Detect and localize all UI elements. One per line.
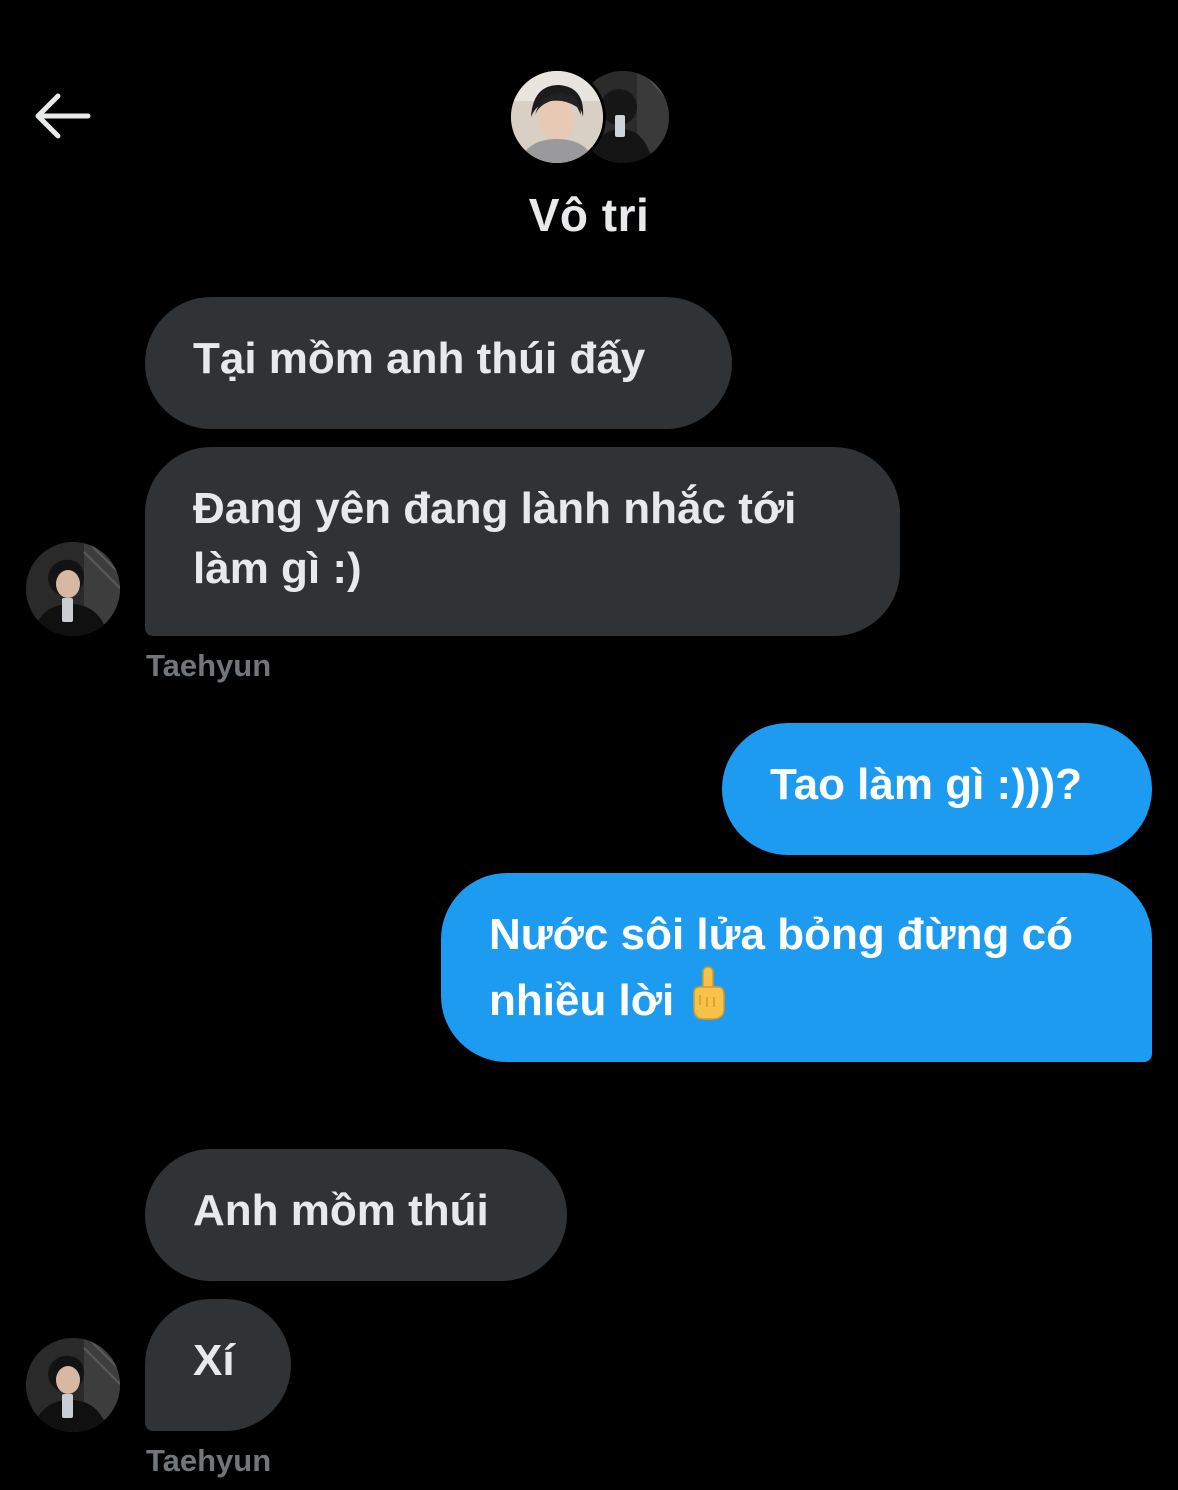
- message-bubble-incoming[interactable]: Đang yên đang lành nhắc tới làm gì :): [145, 447, 900, 636]
- message-bubble-incoming[interactable]: Xí: [145, 1299, 291, 1431]
- message-text: Tại mồm anh thúi đấy: [193, 334, 646, 383]
- sender-avatar[interactable]: [26, 542, 120, 636]
- message-text-line: Nước sôi lửa bỏng đừng có: [489, 910, 1073, 959]
- message-text: Xí: [193, 1336, 235, 1385]
- message-text-line: Đang yên đang lành nhắc tới: [193, 484, 797, 533]
- message-bubble-incoming[interactable]: Anh mồm thúi: [145, 1149, 567, 1281]
- sender-avatar[interactable]: [26, 1338, 120, 1432]
- message-bubble-outgoing[interactable]: Nước sôi lửa bỏng đừng có nhiều lời: [441, 873, 1152, 1062]
- message-bubble-outgoing[interactable]: Tao làm gì :)))?: [722, 723, 1152, 855]
- group-avatar-1: [508, 68, 606, 166]
- message-text-line: nhiều lời: [489, 976, 675, 1025]
- message-text: Tao làm gì :)))?: [770, 760, 1083, 809]
- arrow-left-icon: [35, 93, 91, 139]
- conversation-title[interactable]: Vô tri: [0, 188, 1178, 242]
- message-text-line: làm gì :): [193, 544, 362, 593]
- message-bubble-incoming[interactable]: Tại mồm anh thúi đấy: [145, 297, 732, 429]
- sender-name[interactable]: Taehyun: [146, 1443, 271, 1479]
- message-text: Anh mồm thúi: [193, 1186, 489, 1235]
- group-avatars[interactable]: [508, 68, 672, 166]
- middle-finger-emoji-icon: [688, 965, 728, 1039]
- back-button[interactable]: [30, 88, 92, 144]
- sender-name[interactable]: Taehyun: [146, 648, 271, 684]
